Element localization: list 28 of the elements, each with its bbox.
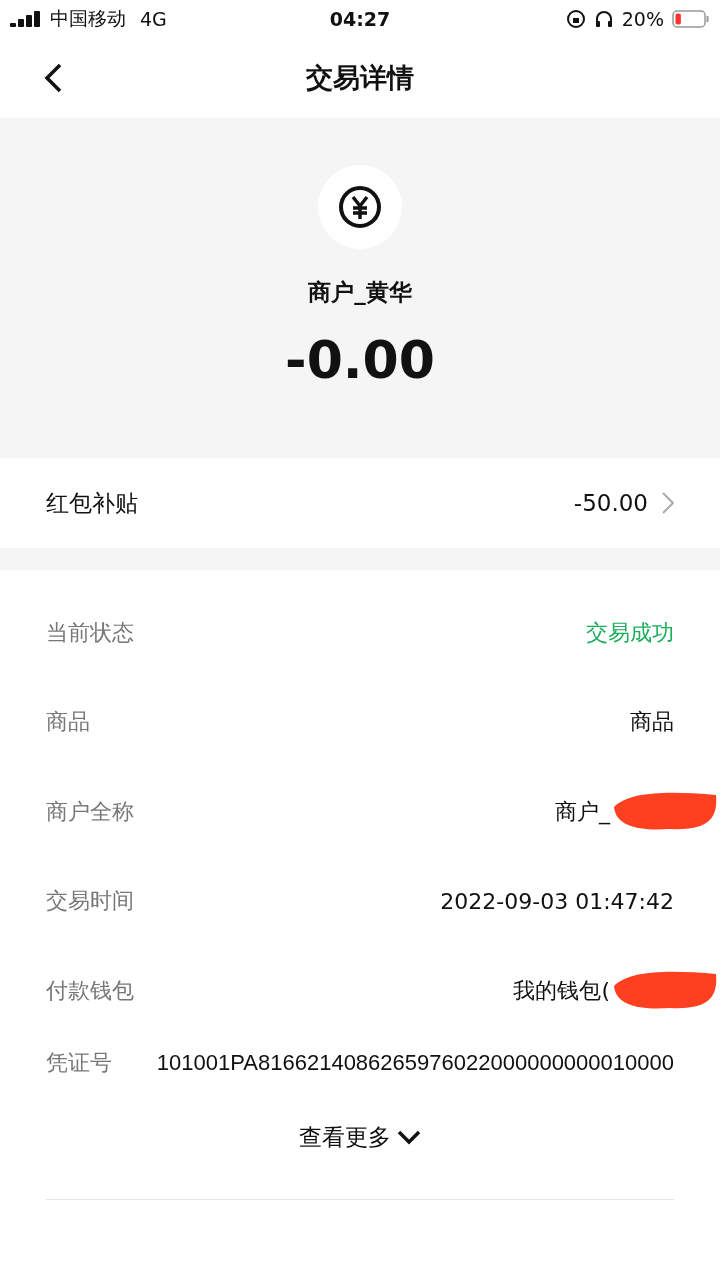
row-label: 凭证号 [46,1048,112,1077]
voucher-number: 101001PA8166214086265976022000000000010000 [155,1048,674,1077]
battery-icon [672,10,710,28]
page-title: 交易详情 [306,61,414,95]
signal-icon [10,11,42,27]
row-label: 商品 [46,708,90,737]
row-value: 商品 [630,708,674,737]
row-label: 当前状态 [46,618,134,647]
row-label: 付款钱包 [46,976,134,1005]
row-value: 2022-09-03 01:47:42 [440,888,674,914]
row-value: -50.00 [573,490,648,516]
row-label: 红包补贴 [46,488,139,518]
merchant-name: 商户_黄华 [308,278,412,307]
carrier-name: 中国移动 [50,6,126,31]
chevron-right-icon [662,492,674,514]
row-label: 交易时间 [46,887,134,916]
amount: -0.00 [285,330,435,390]
chevron-down-icon [397,1129,421,1145]
view-more-link[interactable]: 查看更多 [295,1117,425,1157]
row-label: 商户全称 [46,797,134,826]
network-type: 4G [140,8,167,30]
subsidy-row[interactable]: 红包补贴 -50.00 [0,458,720,570]
headphones-icon [593,9,614,29]
row-value: 商户_ [555,797,610,827]
battery-percent: 20% [621,8,664,30]
row-value: 交易成功 [586,618,674,647]
row-value: 我的钱包( [513,976,610,1005]
clock-time: 04:27 [329,8,391,30]
